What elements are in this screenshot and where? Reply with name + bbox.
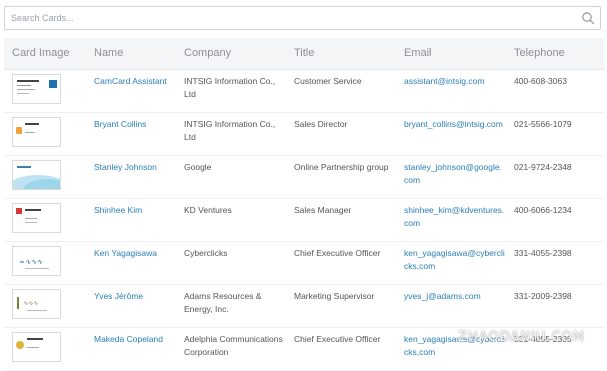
company-cell: Cyberclicks	[184, 247, 228, 258]
card-thumbnail[interactable]	[12, 159, 61, 190]
company-cell: Adams Resources & Energy, Inc.	[184, 290, 262, 314]
email-link[interactable]: assistant@intsig.com	[404, 76, 484, 86]
col-header-card-image[interactable]: Card Image	[4, 38, 86, 70]
card-thumbnail[interactable]	[12, 116, 61, 147]
contact-name-link[interactable]: Bryant Collins	[94, 119, 146, 129]
telephone-cell: 331-4055-2398	[514, 247, 572, 258]
email-link[interactable]: ken_yagagisawa@cyberclicks,com	[404, 248, 505, 271]
title-cell: Chief Executive Officer	[294, 247, 381, 258]
company-cell: INTSIG Information Co., Ltd	[184, 75, 276, 99]
telephone-cell: 400-608-3063	[514, 75, 567, 86]
card-thumbnail[interactable]: ∿∿∿	[12, 288, 61, 319]
telephone-cell: 021-9724-2348	[514, 161, 572, 172]
email-link[interactable]: bryant_collins@intsig.com	[404, 119, 503, 129]
title-cell: Marketing Supervisor	[294, 290, 375, 301]
title-cell: Customer Service	[294, 75, 362, 86]
table-row[interactable]: CamCard Assistant INTSIG Information Co.…	[4, 69, 604, 112]
email-link[interactable]: stanley_johnson@google.com	[404, 162, 502, 185]
search-icon[interactable]	[581, 11, 595, 25]
table-row[interactable]: Shinhee Kim KD Ventures Sales Manager sh…	[4, 198, 604, 241]
company-cell: KD Ventures	[184, 204, 232, 215]
search-bar[interactable]	[4, 6, 601, 30]
table-row[interactable]: ≈∿∿∿ Ken Yagagisawa Cyberclicks Chief Ex…	[4, 241, 604, 284]
company-cell: Adelphia Communications Corporation	[184, 333, 283, 357]
email-link[interactable]: yves_j@adams.com	[404, 291, 481, 301]
telephone-cell: 021-5566-1079	[514, 118, 572, 129]
telephone-cell: 400-6066-1234	[514, 204, 572, 215]
cards-table: Card Image Name Company Title Email Tele…	[4, 38, 604, 371]
search-input[interactable]	[11, 10, 571, 26]
card-thumbnail[interactable]	[12, 202, 61, 233]
telephone-cell: 331-2009-2398	[514, 290, 572, 301]
card-thumbnail[interactable]: ≈∿∿∿	[12, 245, 61, 276]
company-cell: Google	[184, 161, 212, 172]
card-thumbnail[interactable]	[12, 73, 61, 104]
watermark: ZHAODANIU.COM	[458, 330, 585, 345]
title-cell: Chief Executive Officer	[294, 333, 381, 344]
contact-name-link[interactable]: Makeda Copeland	[94, 334, 163, 344]
card-thumbnail[interactable]	[12, 331, 61, 362]
title-cell: Sales Director	[294, 118, 348, 129]
title-cell: Online Partnership group	[294, 161, 389, 172]
table-row[interactable]: Stanley Johnson Google Online Partnershi…	[4, 155, 604, 198]
email-link[interactable]: shinhee_kim@kdventures.com	[404, 205, 504, 228]
company-cell: INTSIG Information Co., Ltd	[184, 118, 276, 142]
table-header-row: Card Image Name Company Title Email Tele…	[4, 38, 604, 70]
contact-name-link[interactable]: Yves Jérôme	[94, 291, 143, 301]
table-row[interactable]: ∿∿∿ Yves Jérôme Adams Resources & Energy…	[4, 284, 604, 327]
contact-name-link[interactable]: Shinhee Kim	[94, 205, 142, 215]
col-header-title[interactable]: Title	[286, 38, 396, 70]
title-cell: Sales Manager	[294, 204, 352, 215]
col-header-telephone[interactable]: Telephone	[506, 38, 604, 70]
col-header-email[interactable]: Email	[396, 38, 506, 70]
contact-name-link[interactable]: Stanley Johnson	[94, 162, 157, 172]
contact-name-link[interactable]: CamCard Assistant	[94, 76, 167, 86]
col-header-company[interactable]: Company	[176, 38, 286, 70]
contact-name-link[interactable]: Ken Yagagisawa	[94, 248, 157, 258]
col-header-name[interactable]: Name	[86, 38, 176, 70]
table-row[interactable]: Bryant Collins INTSIG Information Co., L…	[4, 112, 604, 155]
